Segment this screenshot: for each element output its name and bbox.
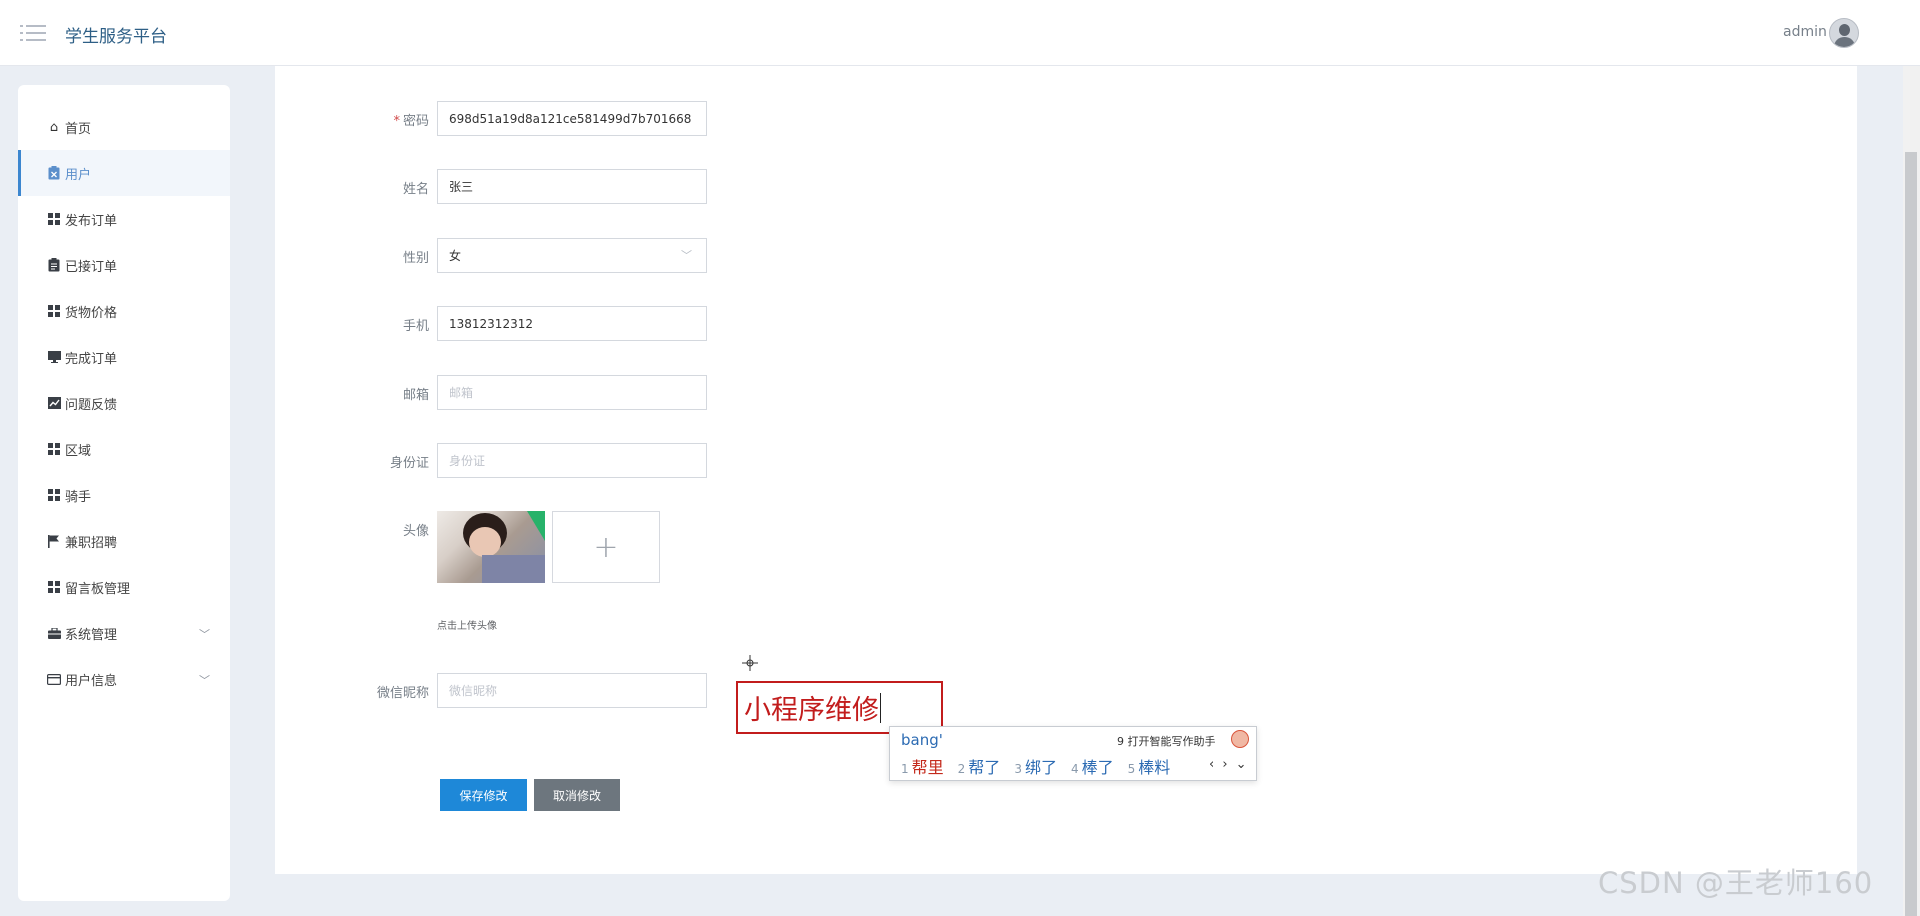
avatar-upload-button[interactable]: + xyxy=(552,511,660,583)
name-label: 姓名 xyxy=(402,182,429,197)
password-field[interactable] xyxy=(437,101,707,136)
sidebar-item-label: 兼职招聘 xyxy=(65,535,118,551)
sidebar-item-part-time-jobs[interactable]: 兼职招聘 xyxy=(18,518,230,564)
clipboard-icon xyxy=(45,256,63,274)
top-bar: 学生服务平台 admin xyxy=(0,0,1920,66)
sidebar-item-system-management[interactable]: 系统管理 ﹀ xyxy=(18,610,230,656)
ime-candidate[interactable]: 3 绑了 xyxy=(1014,754,1057,778)
sidebar-item-label: 用户信息 xyxy=(65,673,118,689)
ime-candidate-window[interactable]: bang' 9 打开智能写作助手 1 帮里 2 帮了 3 绑了 4 棒了 5 棒料 ‹ ›… xyxy=(889,726,1257,781)
ime-assistant-link[interactable]: 9 打开智能写作助手 xyxy=(1117,733,1216,749)
sidebar-item-publish-orders[interactable]: 发布订单 xyxy=(18,196,230,242)
home-icon: ⌂ xyxy=(49,119,59,135)
ime-pinyin: bang' xyxy=(901,731,943,749)
sidebar-item-rider[interactable]: 骑手 xyxy=(18,472,230,518)
chart-icon xyxy=(45,394,63,412)
ime-logo-icon[interactable] xyxy=(1231,730,1249,748)
sidebar-item-label: 已接订单 xyxy=(65,259,118,275)
annotation-text: 小程序维修 xyxy=(744,695,879,726)
sidebar-item-feedback[interactable]: 问题反馈 xyxy=(18,380,230,426)
sidebar-item-goods-price[interactable]: 货物价格 xyxy=(18,288,230,334)
password-label: * 密码 xyxy=(393,114,429,129)
sidebar-item-accepted-orders[interactable]: 已接订单 xyxy=(18,242,230,288)
sidebar-item-label: 区域 xyxy=(65,443,92,459)
save-button[interactable]: 保存修改 xyxy=(440,779,527,811)
ime-candidate[interactable]: 5 棒料 xyxy=(1128,754,1171,778)
sidebar-item-message-board[interactable]: 留言板管理 xyxy=(18,564,230,610)
avatar-image[interactable] xyxy=(437,511,545,583)
email-label: 邮箱 xyxy=(402,388,429,403)
phone-field[interactable] xyxy=(437,306,707,341)
phone-label: 手机 xyxy=(402,319,429,334)
sidebar-item-users[interactable]: 用户 xyxy=(18,150,230,196)
chevron-down-icon[interactable]: ﹀ xyxy=(199,672,210,688)
chevron-down-icon[interactable]: ﹀ xyxy=(681,247,692,263)
sidebar-item-label: 系统管理 xyxy=(65,627,118,643)
scrollbar-thumb[interactable] xyxy=(1905,152,1917,916)
text-caret xyxy=(880,692,881,723)
flag-icon xyxy=(45,532,63,550)
wechat-nickname-field[interactable] xyxy=(437,673,707,708)
sidebar-item-region[interactable]: 区域 xyxy=(18,426,230,472)
upload-hint: 点击上传头像 xyxy=(437,621,497,632)
user-avatar[interactable] xyxy=(1829,18,1859,48)
ime-candidate-list: 1 帮里 2 帮了 3 绑了 4 棒了 5 棒料 xyxy=(901,754,1184,778)
wechat-label: 微信昵称 xyxy=(376,686,429,701)
gender-select[interactable] xyxy=(437,238,707,273)
crosshair-cursor-icon xyxy=(742,655,758,675)
gender-label: 性别 xyxy=(402,251,429,266)
monitor-icon xyxy=(45,348,63,366)
sidebar: ⌂ 首页 用户 发布订单 已接订单 货物价格 完成订单 问题反馈 区域 骑手 兼… xyxy=(18,85,230,901)
grid-icon xyxy=(45,486,63,504)
sidebar-item-label: 首页 xyxy=(65,121,92,137)
cancel-button[interactable]: 取消修改 xyxy=(534,779,620,811)
email-field[interactable] xyxy=(437,375,707,410)
card-icon xyxy=(45,670,63,688)
sidebar-item-label: 骑手 xyxy=(65,489,92,505)
id-card-field[interactable] xyxy=(437,443,707,478)
ime-candidate[interactable]: 4 棒了 xyxy=(1071,754,1114,778)
watermark: CSDN @王老师160 xyxy=(1598,866,1874,900)
user-name[interactable]: admin xyxy=(1783,24,1827,40)
avatar-label: 头像 xyxy=(402,524,429,539)
grid-icon xyxy=(45,440,63,458)
sidebar-item-user-info[interactable]: 用户信息 ﹀ xyxy=(18,656,230,702)
sidebar-item-label: 货物价格 xyxy=(65,305,118,321)
id-card-label: 身份证 xyxy=(389,456,429,471)
grid-icon xyxy=(45,302,63,320)
ime-candidate[interactable]: 1 帮里 xyxy=(901,754,944,778)
clipboard-icon xyxy=(45,164,63,182)
sidebar-item-label: 发布订单 xyxy=(65,213,118,229)
name-field[interactable] xyxy=(437,169,707,204)
menu-toggle-icon[interactable] xyxy=(20,22,46,44)
grid-icon xyxy=(45,578,63,596)
sidebar-item-home[interactable]: ⌂ 首页 xyxy=(18,104,230,150)
sidebar-item-label: 留言板管理 xyxy=(65,581,131,597)
grid-icon xyxy=(45,210,63,228)
sidebar-item-label: 用户 xyxy=(65,167,92,183)
plus-icon: + xyxy=(593,529,619,565)
chevron-down-icon[interactable]: ﹀ xyxy=(199,626,210,642)
sidebar-item-completed-orders[interactable]: 完成订单 xyxy=(18,334,230,380)
ime-candidate[interactable]: 2 帮了 xyxy=(958,754,1001,778)
sidebar-item-label: 问题反馈 xyxy=(65,397,118,413)
sidebar-item-label: 完成订单 xyxy=(65,351,118,367)
briefcase-icon xyxy=(45,624,63,642)
ime-page-nav[interactable]: ‹ › ⌄ xyxy=(1209,757,1249,772)
app-title: 学生服务平台 xyxy=(65,27,167,47)
